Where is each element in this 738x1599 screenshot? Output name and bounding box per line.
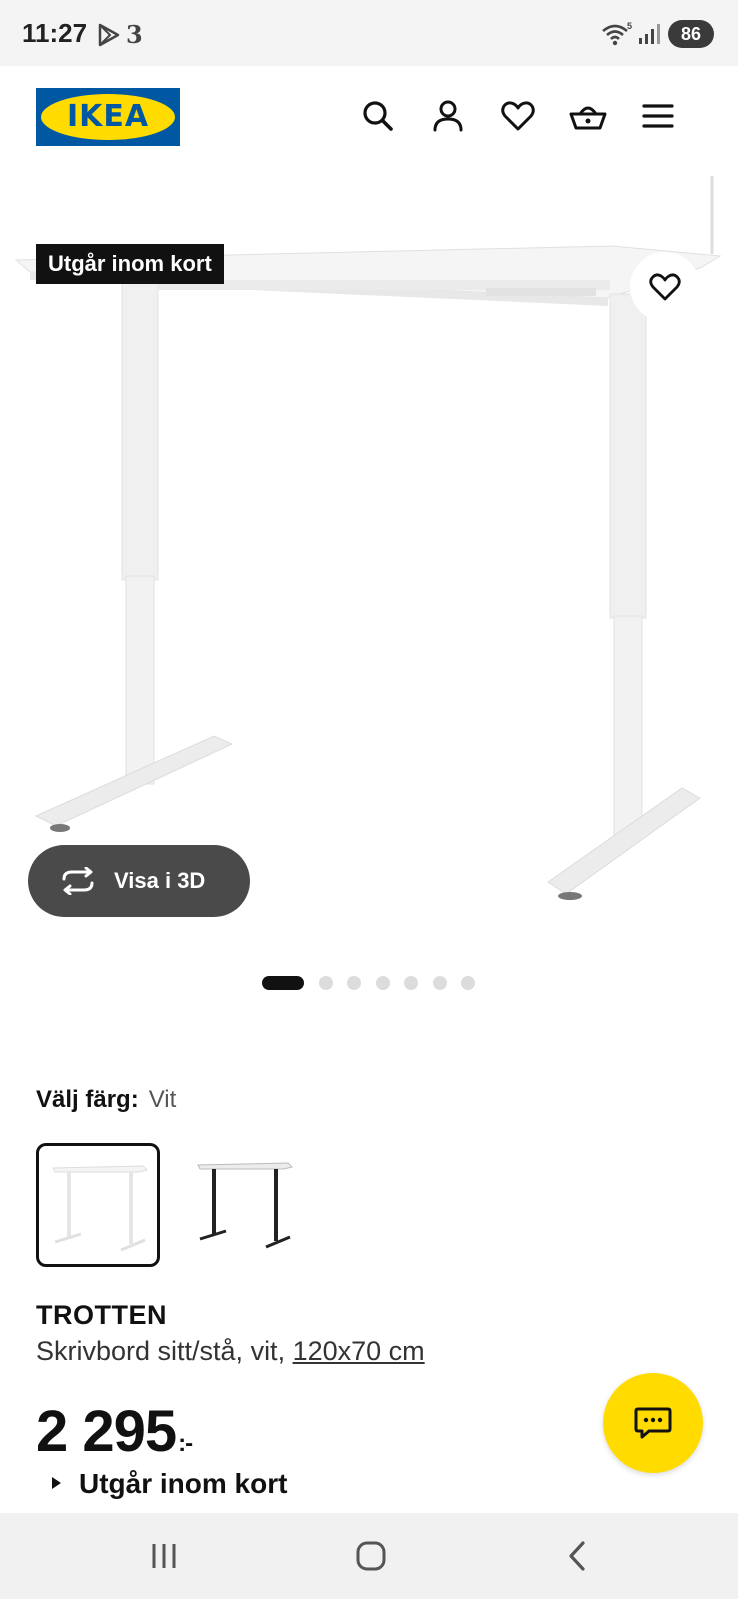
account-button[interactable] — [428, 96, 468, 136]
wishlist-button[interactable] — [498, 96, 538, 136]
product-price: 2 295:- — [36, 1398, 193, 1465]
carousel-dot[interactable] — [347, 976, 361, 990]
home-button[interactable] — [331, 1513, 411, 1599]
battery-level: 86 — [680, 24, 702, 44]
chat-icon — [634, 1407, 672, 1439]
heart-icon — [649, 273, 681, 301]
home-icon — [356, 1541, 386, 1571]
caret-right-icon — [52, 1476, 61, 1489]
ikea-logo[interactable]: IKEA — [36, 88, 180, 146]
status-bar: 11:27 3 5 86 — [0, 0, 738, 66]
battery-icon: 86 — [668, 20, 714, 48]
product-name: TROTTEN — [36, 1300, 167, 1330]
price-value: 2 295 — [36, 1399, 177, 1464]
price-suffix: :- — [178, 1430, 193, 1457]
availability-toggle[interactable]: Utgår inom kort — [52, 1468, 287, 1500]
product-description-text: Skrivbord sitt/stå, vit, — [36, 1336, 293, 1366]
menu-button[interactable] — [638, 96, 678, 136]
status-time: 11:27 — [22, 18, 88, 48]
recent-apps-button[interactable] — [124, 1513, 204, 1599]
carousel-dot[interactable] — [404, 976, 418, 990]
svg-text:5: 5 — [627, 21, 632, 31]
color-value: Vit — [148, 1086, 177, 1113]
system-navigation-bar — [0, 1513, 738, 1599]
account-icon — [433, 100, 463, 132]
wifi-icon: 5 — [602, 21, 632, 46]
search-button[interactable] — [358, 96, 398, 136]
add-to-wishlist-button[interactable] — [630, 252, 700, 322]
chat-button[interactable] — [603, 1373, 703, 1473]
carousel-dot-active[interactable] — [262, 976, 304, 990]
search-icon — [363, 101, 393, 131]
play-store-icon — [98, 23, 120, 47]
black-desk-thumbnail — [197, 1162, 293, 1249]
menu-icon — [642, 104, 674, 128]
carousel-indicator — [262, 974, 502, 990]
site-header: IKEA — [0, 66, 738, 176]
color-option-white[interactable] — [36, 1143, 160, 1267]
carousel-dot[interactable] — [376, 976, 390, 990]
color-option-black[interactable] — [184, 1143, 308, 1267]
wishlist-icon — [501, 101, 535, 131]
signal-icon — [639, 24, 660, 44]
white-desk-thumbnail — [52, 1165, 148, 1252]
recent-apps-icon — [152, 1544, 176, 1568]
back-button[interactable] — [538, 1513, 618, 1599]
carousel-dot[interactable] — [319, 976, 333, 990]
cart-icon — [569, 106, 607, 130]
color-selector-label: Välj färg: Vit — [36, 1086, 176, 1114]
discontinued-badge: Utgår inom kort — [36, 244, 224, 284]
view-3d-button[interactable]: Visa i 3D — [28, 845, 250, 917]
carousel-dot[interactable] — [433, 976, 447, 990]
view-3d-label: Visa i 3D — [114, 868, 206, 893]
cart-button[interactable] — [568, 96, 608, 136]
logo-text: IKEA — [66, 99, 150, 134]
carousel-dot[interactable] — [461, 976, 475, 990]
carrier-icon: 3 — [126, 20, 143, 49]
color-label: Välj färg: — [36, 1086, 139, 1113]
product-description: Skrivbord sitt/stå, vit, 120x70 cm — [36, 1336, 425, 1367]
availability-text: Utgår inom kort — [79, 1468, 288, 1499]
product-size-link[interactable]: 120x70 cm — [293, 1336, 425, 1366]
back-icon — [569, 1541, 585, 1571]
rotate-3d-icon — [62, 867, 94, 895]
